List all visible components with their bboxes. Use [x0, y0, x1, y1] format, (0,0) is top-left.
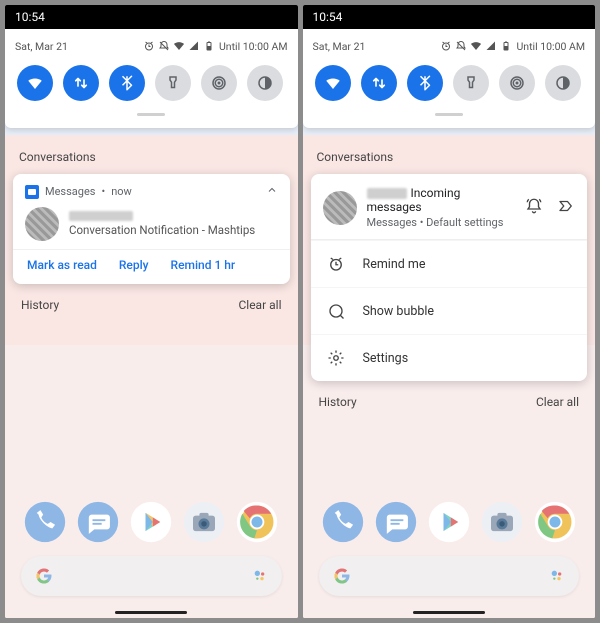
dock-chrome-icon[interactable]	[533, 500, 577, 544]
dock	[303, 500, 596, 544]
alarm-icon	[327, 255, 345, 273]
section-conversations: Conversations	[5, 128, 298, 174]
tile-hotspot[interactable]	[201, 65, 237, 101]
sender-name-redacted	[367, 188, 407, 199]
gear-icon	[327, 349, 345, 367]
avatar	[323, 191, 357, 225]
collapse-icon[interactable]	[266, 184, 278, 199]
status-bar: 10:54	[303, 5, 596, 29]
tile-data[interactable]	[63, 65, 99, 101]
sender-name-redacted	[69, 211, 133, 221]
priority-icon[interactable]	[557, 197, 575, 218]
tile-flashlight[interactable]	[155, 65, 191, 101]
options-subtitle: Messages • Default settings	[367, 216, 516, 229]
search-bar[interactable]	[21, 556, 282, 596]
google-g-icon	[35, 567, 53, 585]
section-conversations: Conversations	[303, 128, 596, 174]
tile-data[interactable]	[361, 65, 397, 101]
quick-settings-panel[interactable]: Sat, Mar 21 Until 10:00 AM	[303, 29, 596, 128]
qs-handle[interactable]	[435, 113, 463, 116]
notification-card[interactable]: Messages • now Conversation Notification…	[13, 174, 290, 284]
tile-bluetooth[interactable]	[407, 65, 443, 101]
dnd-icon	[455, 40, 467, 52]
option-settings-label: Settings	[363, 351, 409, 366]
wifi-status-icon	[173, 40, 185, 52]
clear-all-button[interactable]: Clear all	[536, 395, 579, 409]
alarm-icon	[440, 40, 452, 52]
tile-wifi[interactable]	[315, 65, 351, 101]
qs-until: Until 10:00 AM	[219, 40, 288, 53]
status-time: 10:54	[15, 10, 45, 24]
option-bubble[interactable]: Show bubble	[311, 287, 588, 334]
options-title: Incoming messages	[367, 186, 516, 214]
dock-camera-icon[interactable]	[480, 500, 524, 544]
status-icons	[143, 40, 215, 52]
assistant-icon[interactable]	[549, 568, 565, 584]
dock-messages-icon[interactable]	[374, 500, 418, 544]
battery-icon	[500, 40, 512, 52]
action-reply[interactable]: Reply	[119, 258, 149, 272]
dock-phone-icon[interactable]	[23, 500, 67, 544]
alerting-icon[interactable]	[525, 197, 543, 218]
tile-flashlight[interactable]	[453, 65, 489, 101]
option-remind[interactable]: Remind me	[311, 240, 588, 287]
battery-icon	[203, 40, 215, 52]
dock-phone-icon[interactable]	[321, 500, 365, 544]
nav-handle[interactable]	[115, 611, 187, 614]
dock	[5, 500, 298, 544]
action-mark-read[interactable]: Mark as read	[27, 258, 97, 272]
signal-icon	[485, 40, 497, 52]
nav-handle[interactable]	[413, 611, 485, 614]
notification-options-card[interactable]: Incoming messages Messages • Default set…	[311, 174, 588, 381]
status-time: 10:54	[313, 10, 343, 24]
clear-all-button[interactable]: Clear all	[238, 298, 281, 312]
status-bar: 10:54	[5, 5, 298, 29]
card-app-name: Messages	[45, 185, 95, 198]
alarm-icon	[143, 40, 155, 52]
action-remind[interactable]: Remind 1 hr	[171, 258, 236, 272]
wifi-status-icon	[470, 40, 482, 52]
messages-app-icon	[25, 185, 39, 199]
option-settings[interactable]: Settings	[311, 334, 588, 381]
avatar	[25, 207, 59, 241]
tile-hotspot[interactable]	[499, 65, 535, 101]
dock-messages-icon[interactable]	[76, 500, 120, 544]
card-time: now	[111, 185, 132, 198]
tile-wifi[interactable]	[17, 65, 53, 101]
signal-icon	[188, 40, 200, 52]
section-history[interactable]: History	[21, 298, 59, 312]
qs-date: Sat, Mar 21	[313, 40, 366, 53]
tile-invert[interactable]	[545, 65, 581, 101]
dock-camera-icon[interactable]	[182, 500, 226, 544]
option-bubble-label: Show bubble	[363, 304, 435, 319]
option-remind-label: Remind me	[363, 257, 426, 272]
notification-body: Conversation Notification - Mashtips	[69, 223, 255, 237]
dock-play-icon[interactable]	[129, 500, 173, 544]
tile-invert[interactable]	[247, 65, 283, 101]
bubble-icon	[327, 302, 345, 320]
status-icons	[440, 40, 512, 52]
qs-handle[interactable]	[137, 113, 165, 116]
search-bar[interactable]	[319, 556, 580, 596]
section-history[interactable]: History	[319, 395, 357, 409]
google-g-icon	[333, 567, 351, 585]
quick-settings-panel[interactable]: Sat, Mar 21 Until 10:00 AM	[5, 29, 298, 128]
dock-play-icon[interactable]	[427, 500, 471, 544]
qs-until: Until 10:00 AM	[516, 40, 585, 53]
dock-chrome-icon[interactable]	[235, 500, 279, 544]
tile-bluetooth[interactable]	[109, 65, 145, 101]
assistant-icon[interactable]	[252, 568, 268, 584]
qs-date: Sat, Mar 21	[15, 40, 68, 53]
dnd-icon	[158, 40, 170, 52]
